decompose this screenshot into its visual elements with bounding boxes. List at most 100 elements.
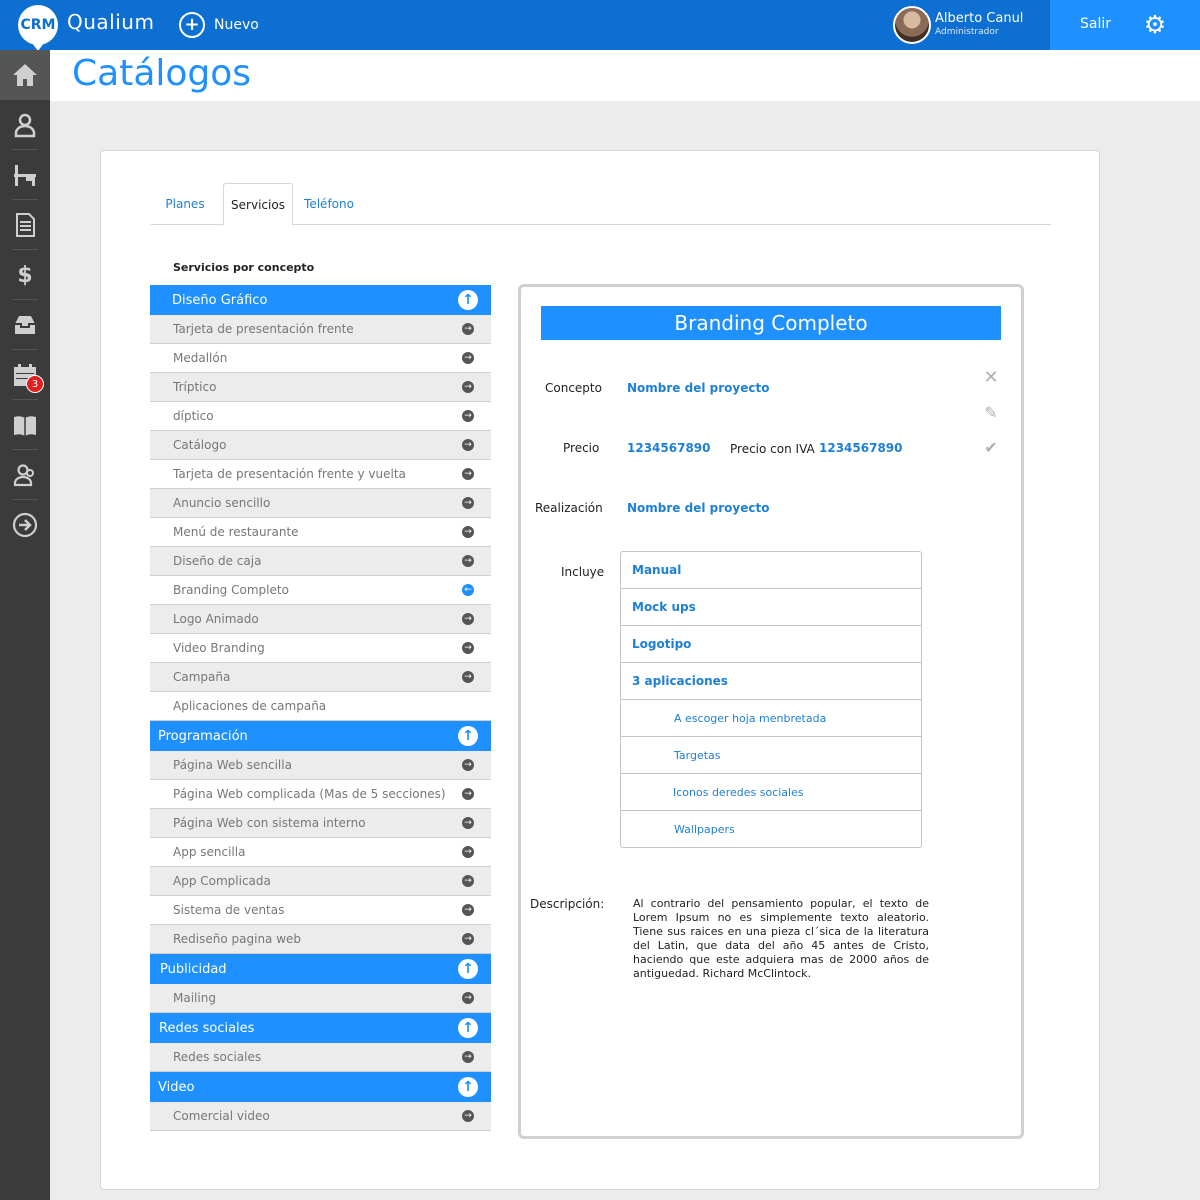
arrow-right-circle-icon[interactable]: → bbox=[462, 526, 474, 538]
logout-button[interactable]: Salir bbox=[1080, 16, 1111, 32]
sidebar-item-finance[interactable]: $ bbox=[0, 250, 50, 300]
edit-icon[interactable]: ✎ bbox=[983, 405, 999, 421]
category-header[interactable]: Video ↑ bbox=[150, 1072, 491, 1102]
service-item[interactable]: Branding Completo ← bbox=[150, 576, 491, 605]
arrow-right-circle-icon[interactable]: → bbox=[462, 846, 474, 858]
arrow-right-circle-icon[interactable]: → bbox=[462, 410, 474, 422]
service-item[interactable]: Página Web complicada (Mas de 5 seccione… bbox=[150, 780, 491, 809]
price-value[interactable]: 1234567890 bbox=[627, 441, 711, 455]
category-header[interactable]: Programación ↑ bbox=[150, 721, 491, 751]
gear-icon[interactable]: ⚙ bbox=[1142, 12, 1168, 38]
sidebar-item-desk[interactable] bbox=[0, 150, 50, 200]
arrow-right-circle-icon[interactable]: → bbox=[462, 1110, 474, 1122]
arrow-right-circle-icon[interactable]: → bbox=[462, 555, 474, 567]
arrow-up-circle-icon[interactable]: ↑ bbox=[458, 959, 478, 979]
service-item[interactable]: Mailing → bbox=[150, 984, 491, 1013]
includes-subitem[interactable]: Targetas bbox=[621, 737, 921, 774]
tab-servicios[interactable]: Servicios bbox=[223, 183, 293, 226]
includes-item[interactable]: Manual bbox=[621, 552, 921, 589]
category-header[interactable]: Publicidad ↑ bbox=[150, 954, 491, 984]
service-item[interactable]: Video Branding → bbox=[150, 634, 491, 663]
sidebar-item-team[interactable] bbox=[0, 450, 50, 500]
arrow-up-circle-icon[interactable]: ↑ bbox=[458, 726, 478, 746]
realization-label: Realización bbox=[535, 501, 603, 515]
service-item[interactable]: Sistema de ventas → bbox=[150, 896, 491, 925]
service-item[interactable]: App sencilla → bbox=[150, 838, 491, 867]
service-item-label: App Complicada bbox=[173, 874, 271, 888]
check-icon[interactable]: ✔ bbox=[983, 440, 999, 456]
arrow-up-circle-icon[interactable]: ↑ bbox=[458, 1018, 478, 1038]
arrow-right-circle-icon[interactable]: → bbox=[462, 497, 474, 509]
close-icon[interactable]: ✕ bbox=[983, 369, 999, 387]
sidebar-item-catalog[interactable] bbox=[0, 400, 50, 450]
includes-item[interactable]: Logotipo bbox=[621, 626, 921, 663]
service-item-label: Página Web complicada (Mas de 5 seccione… bbox=[173, 787, 446, 801]
service-item[interactable]: Campaña → bbox=[150, 663, 491, 692]
arrow-right-circle-icon[interactable]: → bbox=[462, 642, 474, 654]
arrow-right-circle-icon[interactable]: → bbox=[462, 759, 474, 771]
crm-logo[interactable]: CRM bbox=[18, 5, 58, 51]
price-iva-value[interactable]: 1234567890 bbox=[819, 441, 903, 455]
service-item[interactable]: Redes sociales → bbox=[150, 1043, 491, 1072]
category-header[interactable]: Diseño Gráfico ↑ bbox=[150, 285, 491, 315]
arrow-right-circle-icon[interactable]: → bbox=[462, 439, 474, 451]
includes-item[interactable]: 3 aplicaciones bbox=[621, 663, 921, 700]
service-item[interactable]: díptico → bbox=[150, 402, 491, 431]
sidebar-item-calendar[interactable]: 3 bbox=[0, 350, 50, 400]
service-item-label: Catálogo bbox=[173, 438, 227, 452]
arrow-up-circle-icon[interactable]: ↑ bbox=[458, 290, 478, 310]
includes-label: Incluye bbox=[561, 565, 605, 579]
service-item[interactable]: Aplicaciones de campaña bbox=[150, 692, 491, 721]
tab-planes[interactable]: Planes bbox=[155, 183, 215, 225]
arrow-right-circle-icon[interactable]: → bbox=[462, 875, 474, 887]
service-item[interactable]: Página Web con sistema interno → bbox=[150, 809, 491, 838]
tab-telefono[interactable]: Teléfono bbox=[299, 183, 359, 225]
realization-value[interactable]: Nombre del proyecto bbox=[627, 501, 769, 515]
service-item-label: Comercial video bbox=[173, 1109, 270, 1123]
service-item[interactable]: Página Web sencilla → bbox=[150, 751, 491, 780]
arrow-right-circle-icon[interactable]: → bbox=[462, 992, 474, 1004]
arrow-right-circle-icon[interactable]: → bbox=[462, 468, 474, 480]
user-avatar[interactable] bbox=[893, 6, 931, 44]
service-item[interactable]: App Complicada → bbox=[150, 867, 491, 896]
concept-value[interactable]: Nombre del proyecto bbox=[627, 381, 769, 395]
service-item[interactable]: Rediseño pagina web → bbox=[150, 925, 491, 954]
new-button[interactable]: + Nuevo bbox=[179, 12, 259, 38]
includes-subitem[interactable]: Wallpapers bbox=[621, 811, 921, 848]
sidebar-item-logout[interactable] bbox=[0, 500, 50, 550]
services-list: Diseño Gráfico ↑ Tarjeta de presentación f… bbox=[150, 285, 491, 1131]
arrow-right-circle-icon[interactable]: → bbox=[462, 352, 474, 364]
arrow-right-circle-icon[interactable]: → bbox=[462, 613, 474, 625]
includes-list: Manual Mock ups Logotipo 3 aplicaciones … bbox=[620, 551, 922, 848]
service-item[interactable]: Tarjeta de presentación frente → bbox=[150, 315, 491, 344]
service-item[interactable]: Diseño de caja → bbox=[150, 547, 491, 576]
service-item[interactable]: Anuncio sencillo → bbox=[150, 489, 491, 518]
arrow-right-circle-icon[interactable]: → bbox=[462, 933, 474, 945]
service-item[interactable]: Comercial video → bbox=[150, 1102, 491, 1131]
service-item[interactable]: Menú de restaurante → bbox=[150, 518, 491, 547]
arrow-right-circle-icon[interactable]: → bbox=[462, 323, 474, 335]
arrow-right-circle-icon[interactable]: → bbox=[462, 1051, 474, 1063]
sidebar-item-users[interactable] bbox=[0, 100, 50, 150]
arrow-right-circle-icon[interactable]: → bbox=[462, 671, 474, 683]
service-item[interactable]: Tarjeta de presentación frente y vuelta → bbox=[150, 460, 491, 489]
sidebar-item-home[interactable] bbox=[0, 50, 50, 100]
includes-subitem[interactable]: A escoger hoja menbretada bbox=[621, 700, 921, 737]
includes-item[interactable]: Mock ups bbox=[621, 589, 921, 626]
service-item-label: Página Web sencilla bbox=[173, 758, 292, 772]
arrow-right-circle-icon[interactable]: → bbox=[462, 904, 474, 916]
arrow-right-circle-icon[interactable]: → bbox=[462, 381, 474, 393]
service-item[interactable]: Medallón → bbox=[150, 344, 491, 373]
sidebar-item-inbox[interactable] bbox=[0, 300, 50, 350]
arrow-up-circle-icon[interactable]: ↑ bbox=[458, 1077, 478, 1097]
includes-subitem[interactable]: Iconos deredes sociales bbox=[621, 774, 921, 811]
arrow-right-circle-icon[interactable]: → bbox=[462, 788, 474, 800]
home-icon bbox=[13, 64, 37, 86]
arrow-right-circle-icon[interactable]: → bbox=[462, 817, 474, 829]
service-item[interactable]: Logo Animado → bbox=[150, 605, 491, 634]
arrow-left-circle-icon[interactable]: ← bbox=[462, 584, 474, 596]
category-header[interactable]: Redes sociales ↑ bbox=[150, 1013, 491, 1043]
service-item[interactable]: Catálogo → bbox=[150, 431, 491, 460]
sidebar-item-documents[interactable] bbox=[0, 200, 50, 250]
service-item[interactable]: Tríptico → bbox=[150, 373, 491, 402]
